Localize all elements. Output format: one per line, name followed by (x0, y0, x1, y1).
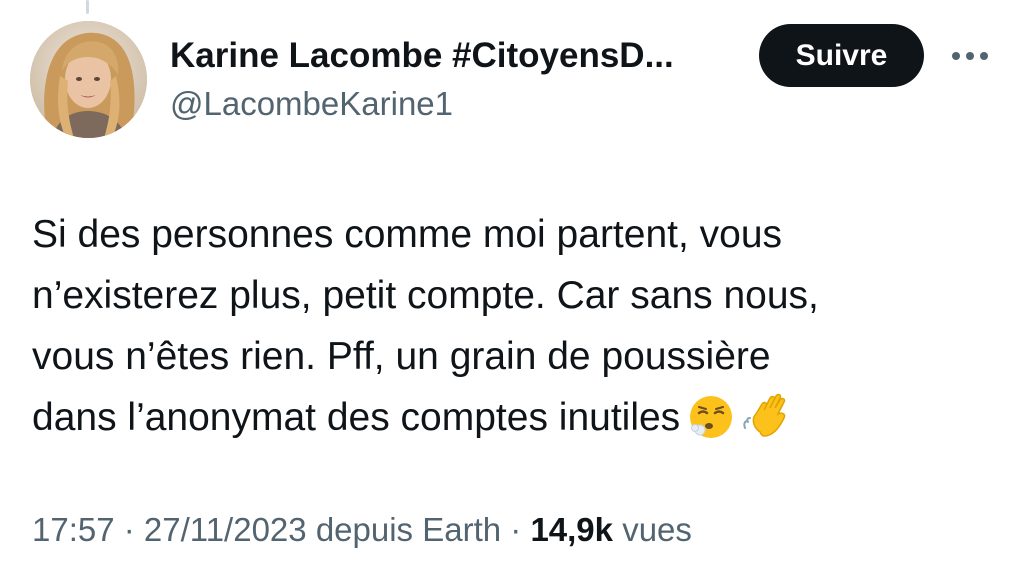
thread-connector-line (86, 0, 89, 14)
tweet-date[interactable]: 27/11/2023 (144, 511, 307, 548)
tweet-body: Si des personnes comme moi partent, vous… (32, 204, 992, 458)
author-handle[interactable]: @LacombeKarine1 (170, 83, 453, 125)
follow-button[interactable]: Suivre (759, 24, 924, 87)
tweet-time[interactable]: 17:57 (32, 511, 115, 548)
views-label: vues (622, 511, 692, 548)
meta-separator: · (501, 511, 531, 548)
more-options-button[interactable] (946, 38, 994, 74)
waving-hand-emoji (742, 392, 794, 458)
tweet-meta: 17:57 · 27/11/2023 depuis Earth · 14,9k … (32, 507, 692, 553)
tweet-card: Karine Lacombe #CitoyensD... @LacombeKar… (0, 0, 1024, 571)
more-horizontal-icon (952, 52, 988, 60)
meta-separator: · (114, 511, 144, 548)
face-exhaling-emoji (688, 394, 734, 458)
views-count[interactable]: 14,9k (530, 511, 613, 548)
tweet-source: depuis Earth (315, 511, 502, 548)
avatar[interactable] (30, 21, 147, 138)
author-display-name[interactable]: Karine Lacombe #CitoyensD... (170, 34, 674, 78)
profile-photo-icon (30, 21, 147, 138)
